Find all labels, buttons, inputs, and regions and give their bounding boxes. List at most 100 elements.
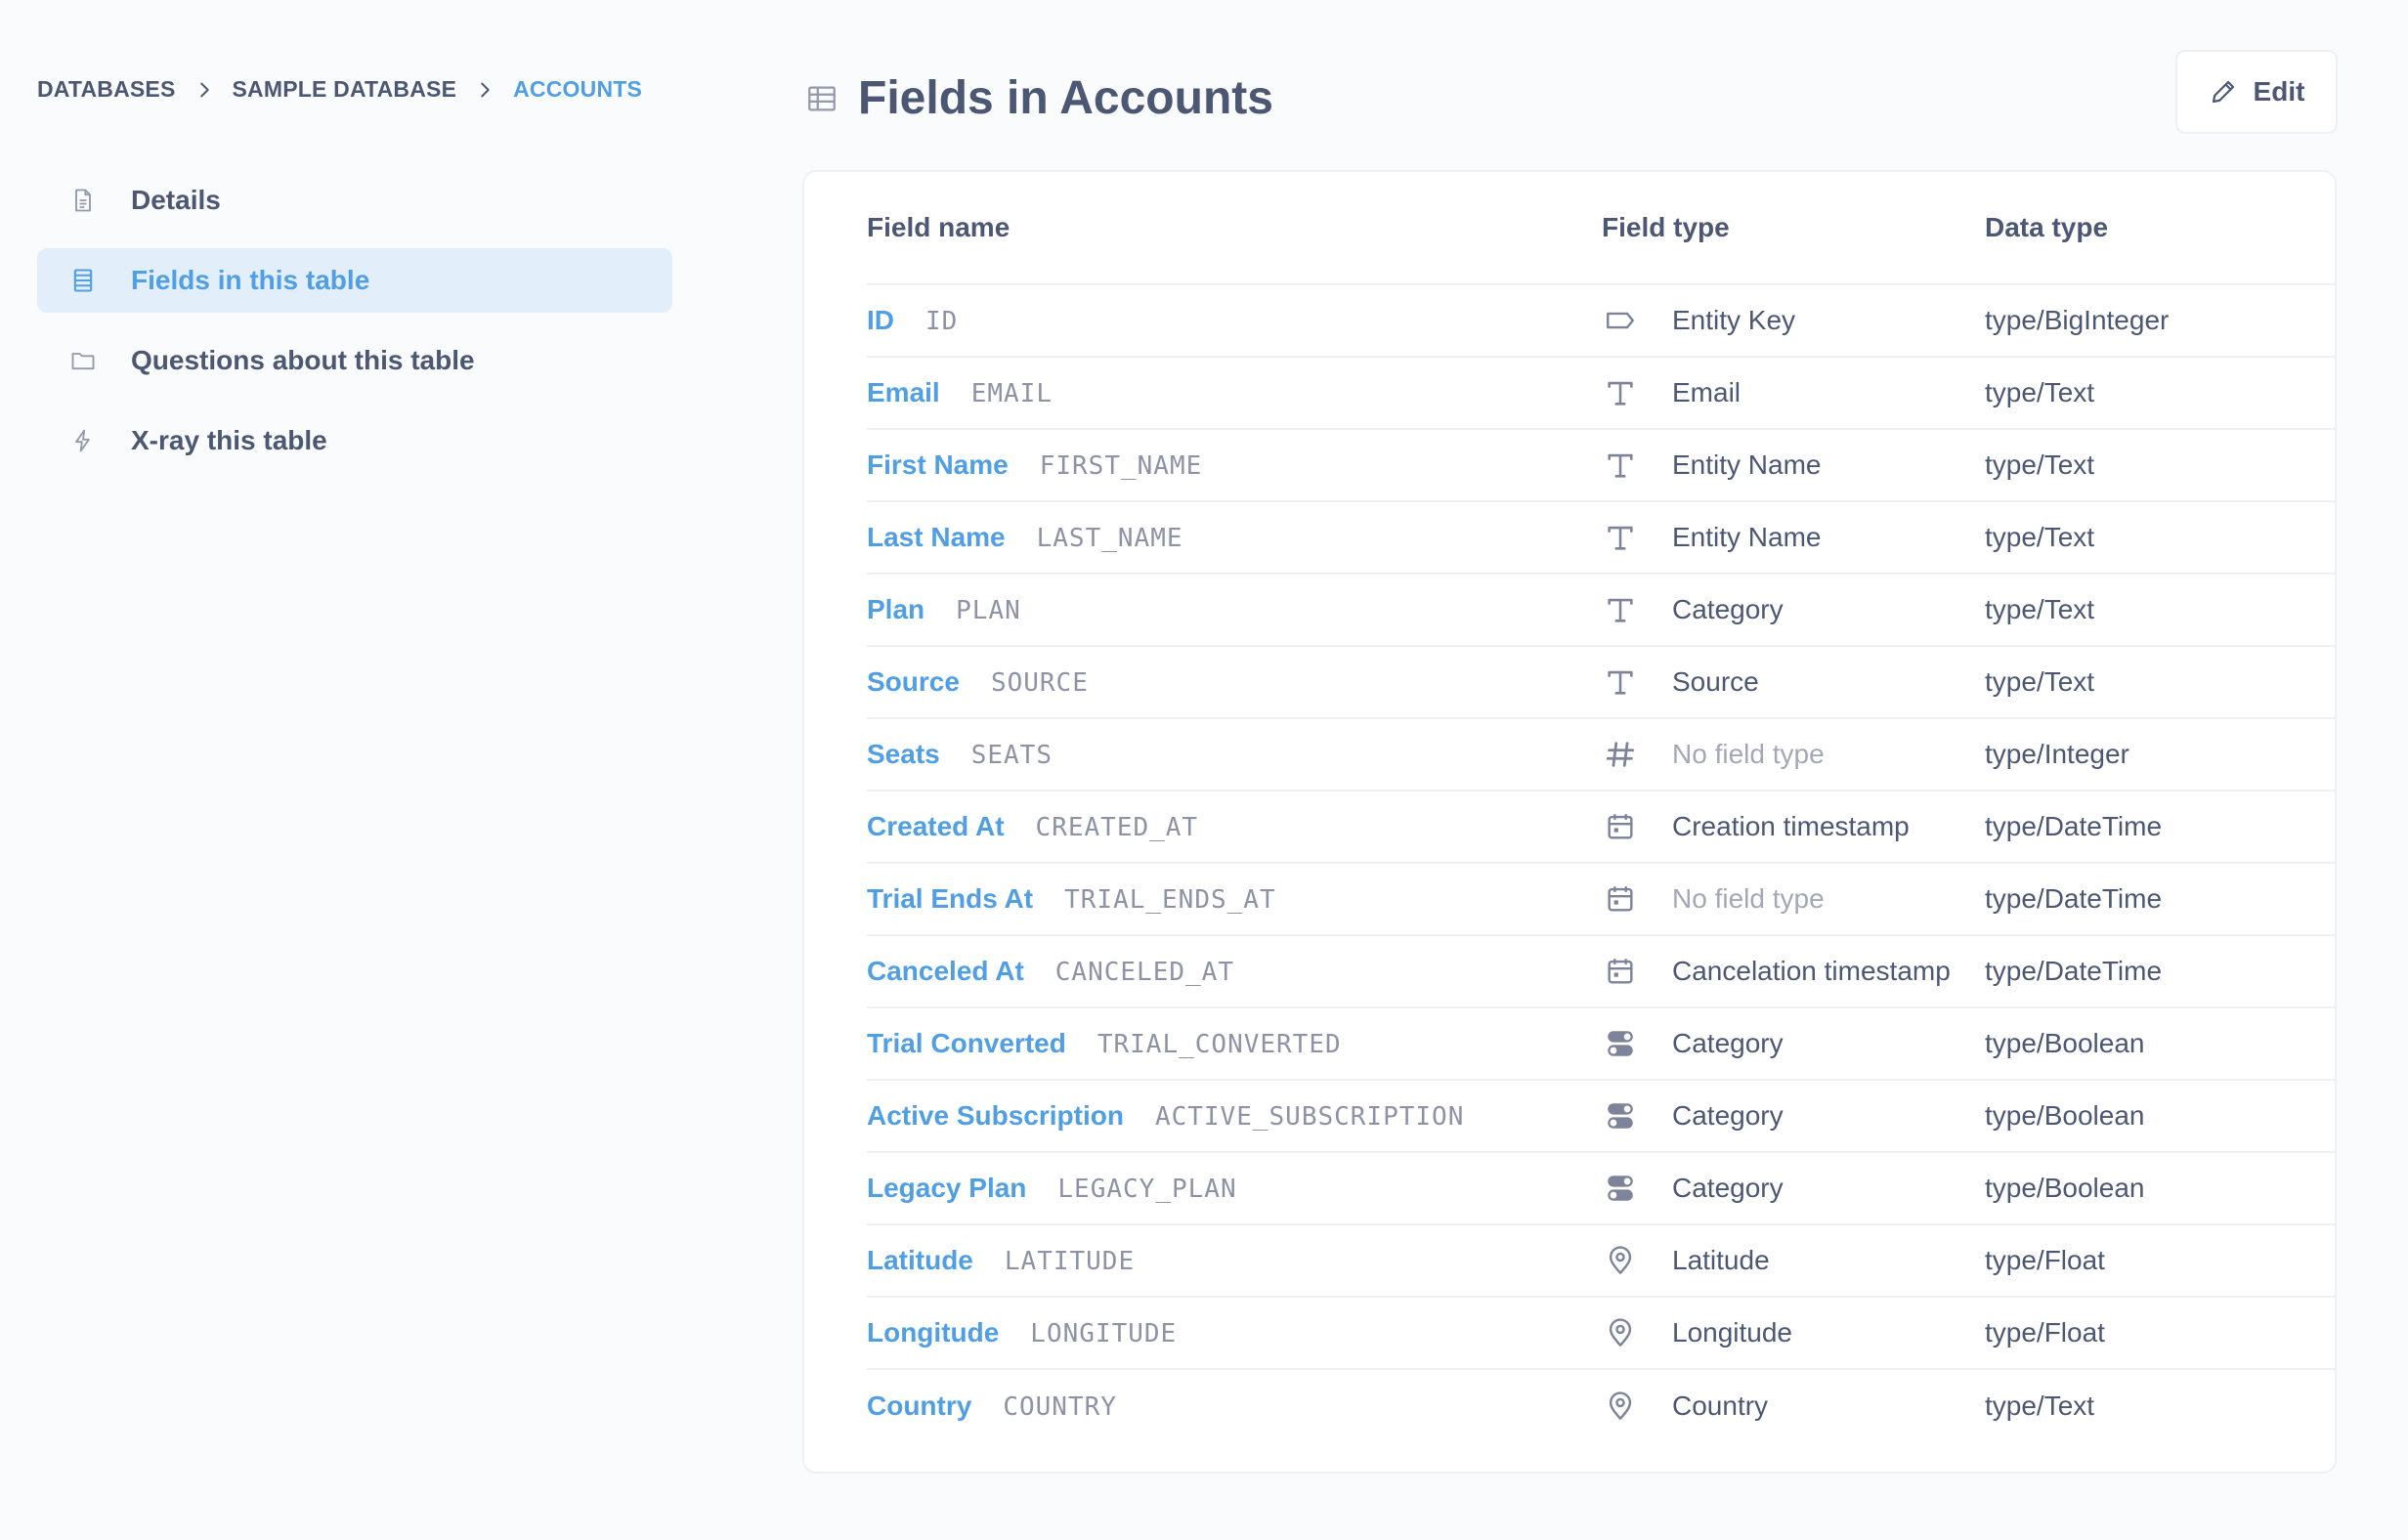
field-display-name[interactable]: Created At xyxy=(867,811,1005,842)
data-type-cell: type/Text xyxy=(1985,1390,2335,1422)
data-type-label: type/Boolean xyxy=(1985,1100,2145,1131)
sidebar-item-xray[interactable]: X-ray this table xyxy=(37,408,672,473)
field-display-name[interactable]: Country xyxy=(867,1390,971,1422)
breadcrumb: DATABASES SAMPLE DATABASE ACCOUNTS xyxy=(37,76,642,103)
field-type-label: No field type xyxy=(1672,739,1825,769)
field-type-cell: Category xyxy=(1602,1170,1985,1207)
location-pin-icon xyxy=(1602,1388,1639,1425)
bolt-icon xyxy=(68,426,98,455)
field-display-name[interactable]: Plan xyxy=(867,594,924,625)
data-type-cell: type/DateTime xyxy=(1985,883,2335,915)
field-type-cell: Cancelation timestamp xyxy=(1602,953,1985,990)
text-icon xyxy=(1602,374,1639,411)
field-raw-name: LEGACY_PLAN xyxy=(1057,1175,1237,1204)
field-display-name[interactable]: Legacy Plan xyxy=(867,1173,1026,1204)
table-row: Seats SEATS No field type type/Integer xyxy=(867,719,2335,791)
data-type-cell: type/Text xyxy=(1985,522,2335,553)
sidebar-item-fields[interactable]: Fields in this table xyxy=(37,248,672,313)
field-type-cell: Entity Key xyxy=(1602,302,1985,339)
field-raw-name: TRIAL_ENDS_AT xyxy=(1064,885,1276,915)
data-type-cell: type/Text xyxy=(1985,666,2335,698)
field-type-label: Creation timestamp xyxy=(1672,811,1910,841)
field-type-label: Longitude xyxy=(1672,1317,1793,1348)
column-header-field-type: Field type xyxy=(1602,212,1730,242)
breadcrumb-sample-database[interactable]: SAMPLE DATABASE xyxy=(233,76,457,103)
table-row: Active Subscription ACTIVE_SUBSCRIPTION Ca… xyxy=(867,1081,2335,1153)
field-display-name[interactable]: Seats xyxy=(867,739,940,770)
table-row: Legacy Plan LEGACY_PLAN Category type/Boole… xyxy=(867,1153,2335,1225)
field-type-label: Latitude xyxy=(1672,1245,1770,1275)
calendar-icon xyxy=(1602,953,1639,990)
sidebar-item-label: Fields in this table xyxy=(131,265,370,295)
field-name-cell: Plan PLAN xyxy=(867,594,1602,625)
table-row: Latitude LATITUDE Latitude type/Float xyxy=(867,1225,2335,1298)
field-raw-name: ACTIVE_SUBSCRIPTION xyxy=(1154,1102,1465,1132)
chevron-right-icon xyxy=(456,79,513,101)
data-type-label: type/DateTime xyxy=(1985,811,2163,841)
field-raw-name: CANCELED_AT xyxy=(1054,958,1234,987)
field-type-cell: Longitude xyxy=(1602,1314,1985,1351)
field-type-label: Category xyxy=(1672,1173,1784,1203)
field-display-name[interactable]: Canceled At xyxy=(867,956,1024,987)
table-icon xyxy=(805,82,838,115)
table-row: First Name FIRST_NAME Entity Name type/Text xyxy=(867,430,2335,502)
text-icon xyxy=(1602,447,1639,484)
breadcrumb-accounts[interactable]: ACCOUNTS xyxy=(513,76,642,103)
field-display-name[interactable]: Last Name xyxy=(867,522,1006,553)
field-type-label: Entity Name xyxy=(1672,449,1822,480)
data-type-label: type/DateTime xyxy=(1985,956,2163,986)
data-type-label: type/Text xyxy=(1985,1390,2095,1421)
field-raw-name: SOURCE xyxy=(990,668,1089,698)
edit-button[interactable]: Edit xyxy=(2175,50,2338,134)
field-type-cell: Category xyxy=(1602,591,1985,628)
data-type-cell: type/Boolean xyxy=(1985,1100,2335,1132)
column-header-field-name: Field name xyxy=(867,212,1010,242)
field-name-cell: Seats SEATS xyxy=(867,739,1602,770)
sidebar-item-details[interactable]: Details xyxy=(37,168,672,233)
title-wrap: Fields in Accounts xyxy=(805,71,1273,125)
table-row: Email EMAIL Email type/Text xyxy=(867,358,2335,430)
table-row: Last Name LAST_NAME Entity Name type/Text xyxy=(867,502,2335,575)
field-display-name[interactable]: Trial Converted xyxy=(867,1028,1066,1059)
field-name-cell: Email EMAIL xyxy=(867,377,1602,408)
field-name-cell: Trial Ends At TRIAL_ENDS_AT xyxy=(867,883,1602,915)
field-raw-name: FIRST_NAME xyxy=(1039,451,1203,481)
field-type-cell: Source xyxy=(1602,663,1985,701)
field-display-name[interactable]: Trial Ends At xyxy=(867,883,1033,915)
sidebar-item-questions[interactable]: Questions about this table xyxy=(37,328,672,393)
field-type-label: Source xyxy=(1672,666,1759,697)
field-type-label: Entity Key xyxy=(1672,305,1796,335)
data-type-label: type/Text xyxy=(1985,377,2095,407)
data-type-label: type/Text xyxy=(1985,449,2095,480)
sidebar-item-label: Questions about this table xyxy=(131,345,475,375)
table-row: Source SOURCE Source type/Text xyxy=(867,647,2335,719)
field-name-cell: Latitude LATITUDE xyxy=(867,1245,1602,1276)
field-display-name[interactable]: Longitude xyxy=(867,1317,999,1348)
table-row: Created At CREATED_AT Creation timestamp ty… xyxy=(867,791,2335,864)
data-type-label: type/Float xyxy=(1985,1245,2105,1275)
location-pin-icon xyxy=(1602,1314,1639,1351)
sidebar-item-label: X-ray this table xyxy=(131,425,327,455)
field-type-label: Country xyxy=(1672,1390,1769,1421)
field-name-cell: Source SOURCE xyxy=(867,666,1602,698)
table-row: Trial Converted TRIAL_CONVERTED Category ty… xyxy=(867,1008,2335,1081)
field-display-name[interactable]: Source xyxy=(867,666,960,698)
field-name-cell: Longitude LONGITUDE xyxy=(867,1317,1602,1348)
toggle-icon xyxy=(1602,1097,1639,1134)
field-display-name[interactable]: First Name xyxy=(867,449,1009,481)
data-type-label: type/Text xyxy=(1985,666,2095,697)
field-type-label: No field type xyxy=(1672,883,1825,914)
field-type-label: Category xyxy=(1672,594,1784,624)
data-type-label: type/Boolean xyxy=(1985,1173,2145,1203)
field-display-name[interactable]: Active Subscription xyxy=(867,1100,1124,1132)
data-type-label: type/Boolean xyxy=(1985,1028,2145,1058)
table-header: Field name Field type Data type xyxy=(867,172,2335,285)
field-display-name[interactable]: Email xyxy=(867,377,940,408)
sidebar: Details Fields in this table Questions a… xyxy=(37,168,672,489)
table-body: ID ID Entity Key type/BigInteger Email EMAIL E… xyxy=(867,285,2335,1442)
field-name-cell: Trial Converted TRIAL_CONVERTED xyxy=(867,1028,1602,1059)
field-display-name[interactable]: ID xyxy=(867,305,894,336)
field-display-name[interactable]: Latitude xyxy=(867,1245,973,1276)
breadcrumb-databases[interactable]: DATABASES xyxy=(37,76,176,103)
page-header: Fields in Accounts Edit xyxy=(805,50,2338,137)
